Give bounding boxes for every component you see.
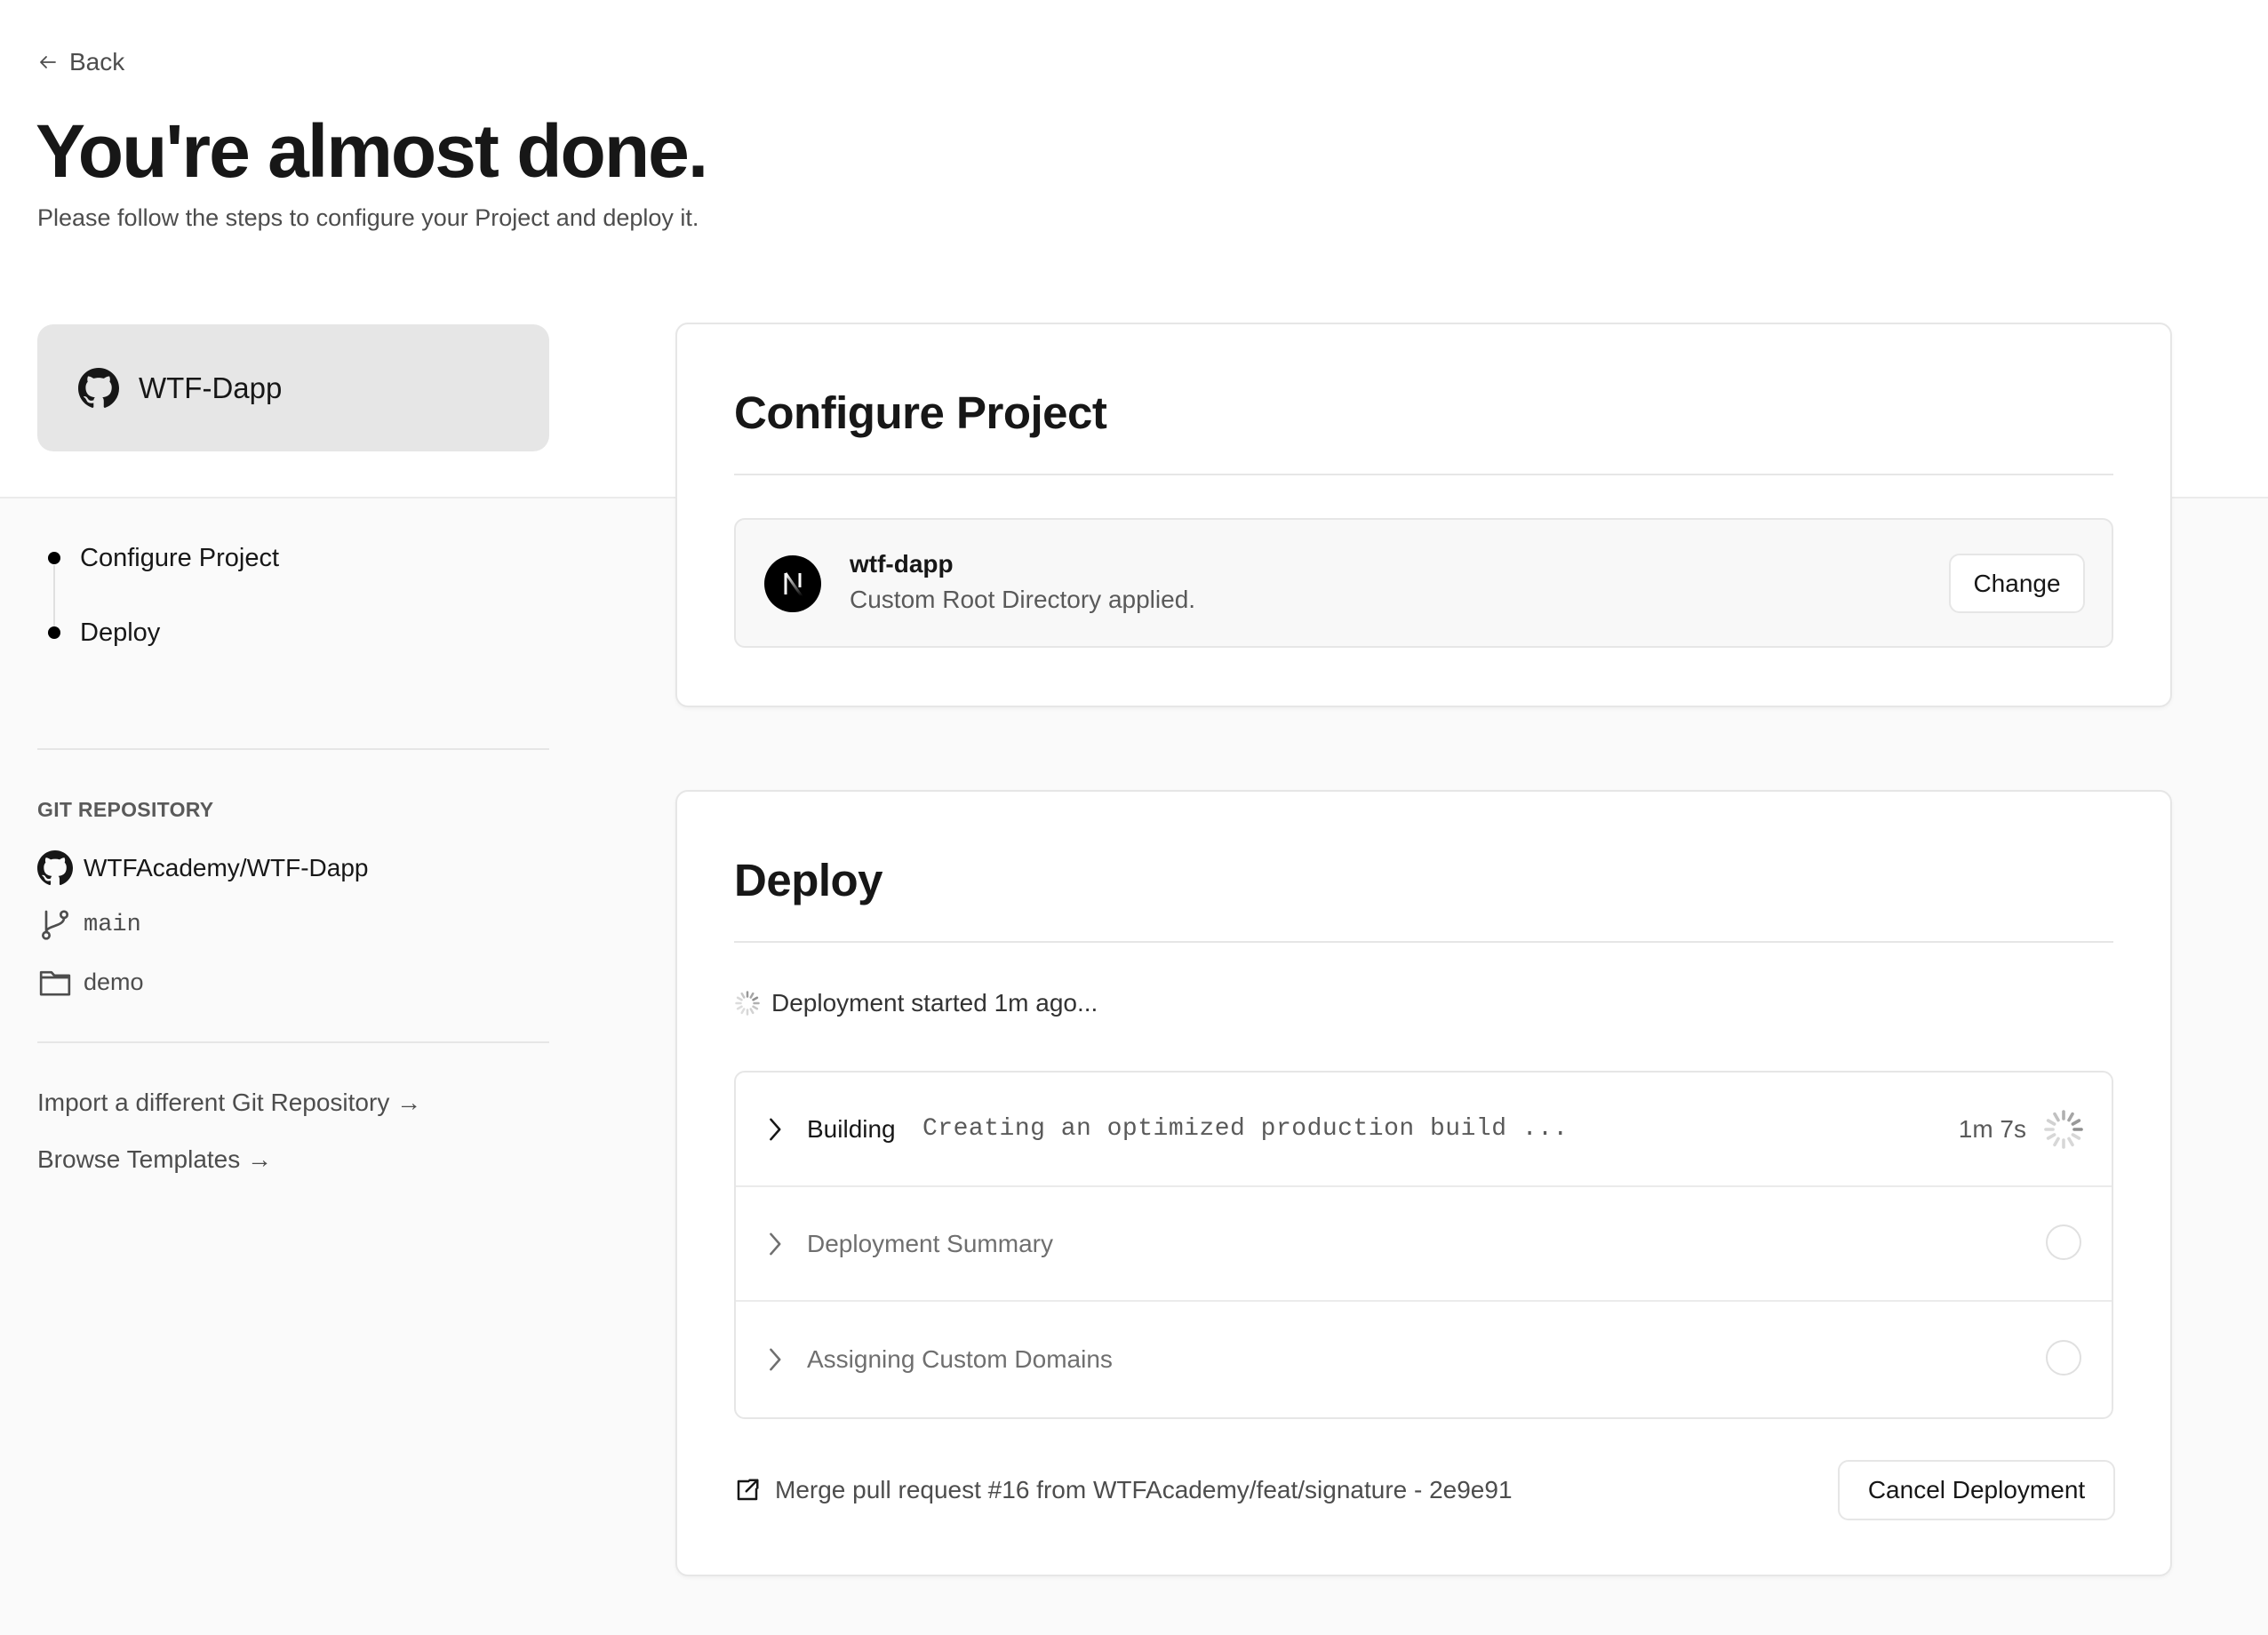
root-directory-row: demo xyxy=(37,964,144,1000)
page-subtitle: Please follow the steps to configure you… xyxy=(37,204,699,231)
deploy-step-building[interactable]: Building Creating an optimized productio… xyxy=(736,1073,2112,1187)
repo-full-name: WTFAcademy/WTF-Dapp xyxy=(84,854,369,881)
git-repository-label: GIT REPOSITORY xyxy=(37,798,214,821)
chevron-right-icon xyxy=(770,1118,781,1140)
project-summary: wtf-dapp Custom Root Directory applied. … xyxy=(734,518,2113,648)
step-label: Deployment Summary xyxy=(807,1229,1053,1257)
github-icon xyxy=(78,367,119,408)
repo-card-name: WTF-Dapp xyxy=(139,371,283,404)
import-different-repo-link[interactable]: Import a different Git Repository → xyxy=(37,1089,421,1117)
step-label: Building xyxy=(807,1114,896,1143)
github-icon xyxy=(37,850,73,886)
commit-message: Merge pull request #16 from WTFAcademy/f… xyxy=(775,1476,1513,1503)
nextjs-icon xyxy=(764,555,821,612)
project-name: wtf-dapp xyxy=(850,550,954,578)
git-branch-icon xyxy=(41,910,69,940)
deploy-step-assigning-domains[interactable]: Assigning Custom Domains xyxy=(736,1302,2112,1416)
step-label: Deploy xyxy=(80,618,161,647)
deploy-card: Deploy Deployment started 1m ago... Buil… xyxy=(675,790,2172,1576)
external-link-icon xyxy=(737,1479,759,1501)
branch-row: main xyxy=(37,907,141,943)
sidebar-divider xyxy=(37,1041,549,1043)
repo-full-name-row[interactable]: WTFAcademy/WTF-Dapp xyxy=(37,850,368,886)
browse-templates-link[interactable]: Browse Templates → xyxy=(37,1145,272,1174)
deployment-steps: Building Creating an optimized productio… xyxy=(734,1071,2113,1419)
cancel-deployment-button[interactable]: Cancel Deployment xyxy=(1838,1460,2115,1520)
change-button[interactable]: Change xyxy=(1949,554,2085,613)
back-label: Back xyxy=(69,48,125,76)
chevron-right-icon xyxy=(770,1232,781,1255)
card-divider xyxy=(734,474,2113,475)
configure-project-card: Configure Project wtf-dapp Custom Root D… xyxy=(675,323,2172,707)
commit-link[interactable]: Merge pull request #16 from WTFAcademy/f… xyxy=(734,1476,1513,1504)
step-dot xyxy=(48,626,60,639)
step-list: Configure Project Deploy xyxy=(37,533,549,658)
configure-project-heading: Configure Project xyxy=(734,387,1107,438)
pending-circle-icon xyxy=(2046,1224,2081,1260)
chevron-right-icon xyxy=(770,1348,781,1370)
deployment-status-text: Deployment started 1m ago... xyxy=(771,989,1098,1017)
branch-name: main xyxy=(84,912,141,938)
repo-card: WTF-Dapp xyxy=(37,324,549,451)
step-item-deploy[interactable]: Deploy xyxy=(37,608,549,658)
deploy-heading: Deploy xyxy=(734,855,883,905)
back-link[interactable]: Back xyxy=(37,48,124,76)
step-dot xyxy=(48,552,60,564)
page-title: You're almost done. xyxy=(36,109,708,193)
card-divider xyxy=(734,941,2113,943)
project-note: Custom Root Directory applied. xyxy=(850,586,1196,613)
step-item-configure-project[interactable]: Configure Project xyxy=(37,533,549,583)
sidebar-divider xyxy=(37,748,549,750)
deploy-step-deployment-summary[interactable]: Deployment Summary xyxy=(736,1187,2112,1302)
step-label: Assigning Custom Domains xyxy=(807,1344,1113,1373)
pending-circle-icon xyxy=(2046,1339,2081,1376)
spinner-icon xyxy=(2044,1109,2083,1149)
root-directory: demo xyxy=(84,968,144,995)
arrow-left-icon xyxy=(40,56,56,68)
spinner-icon xyxy=(735,991,760,1016)
step-detail: Creating an optimized production build .… xyxy=(922,1115,1569,1143)
folder-icon xyxy=(39,970,71,996)
step-label: Configure Project xyxy=(80,543,280,572)
step-elapsed: 1m 7s xyxy=(1958,1114,2026,1143)
deployment-status: Deployment started 1m ago... xyxy=(734,989,1098,1017)
